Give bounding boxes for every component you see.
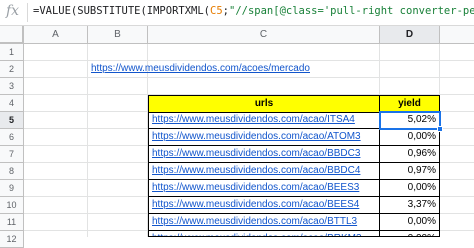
formula-cell-reference: C5 — [210, 5, 223, 17]
formula-bar[interactable]: fx =VALUE(SUBSTITUTE(IMPORTXML(C5;"//spa… — [0, 0, 474, 26]
yield-cell[interactable]: 0,96% — [380, 146, 440, 163]
url-cell[interactable]: https://www.meusdividendos.com/acao/ITSA… — [148, 112, 380, 129]
row-header-2[interactable]: 2 — [0, 61, 24, 78]
url-cell[interactable]: https://www.meusdividendos.com/acao/BEES… — [148, 197, 380, 214]
column-header-e[interactable] — [440, 26, 474, 44]
row-header-1[interactable]: 1 — [0, 44, 24, 61]
url-cell[interactable]: https://www.meusdividendos.com/acao/BTTL… — [148, 214, 380, 231]
fx-icon: fx — [6, 3, 20, 19]
column-header-b[interactable]: B — [88, 26, 148, 44]
url-cell[interactable]: https://www.meusdividendos.com/acao/BRKM… — [148, 231, 380, 237]
yield-cell[interactable]: 3,37% — [380, 197, 440, 214]
yield-cell[interactable]: 0,97% — [380, 163, 440, 180]
formula-divider — [27, 3, 28, 22]
url-cell[interactable]: https://www.meusdividendos.com/acao/BEES… — [148, 180, 380, 197]
formula-string-literal: "//span[@class='pull-right converter-per… — [229, 5, 474, 17]
yield-cell[interactable]: 0,00% — [380, 180, 440, 197]
row-header-6[interactable]: 6 — [0, 129, 24, 146]
row-header-8[interactable]: 8 — [0, 163, 24, 180]
row-header-7[interactable]: 7 — [0, 146, 24, 163]
table-header-urls[interactable]: urls — [148, 95, 380, 113]
column-header-a[interactable]: A — [24, 26, 88, 44]
yield-cell[interactable]: 5,02% — [380, 112, 440, 129]
row-header-10[interactable]: 10 — [0, 197, 24, 214]
yield-cell[interactable]: 0,00% — [380, 129, 440, 146]
url-cell[interactable]: https://www.meusdividendos.com/acao/BBDC… — [148, 146, 380, 163]
row-header-3[interactable]: 3 — [0, 78, 24, 95]
url-cell[interactable]: https://www.meusdividendos.com/acao/ATOM… — [148, 129, 380, 146]
formula-input[interactable]: =VALUE(SUBSTITUTE(IMPORTXML(C5;"//span[@… — [33, 5, 474, 17]
yield-cell[interactable]: 0,00% — [380, 231, 440, 237]
formula-text-part: =VALUE(SUBSTITUTE(IMPORTXML( — [33, 5, 211, 17]
url-cell[interactable]: https://www.meusdividendos.com/acao/BBDC… — [148, 163, 380, 180]
row-header-5[interactable]: 5 — [0, 112, 24, 129]
spreadsheet-grid[interactable]: A B C D 1 2 3 4 5 6 7 8 9 10 11 12 https… — [0, 26, 474, 248]
cell-b2-link[interactable]: https://www.meusdividendos.com/acoes/mer… — [88, 61, 328, 78]
row-header-9[interactable]: 9 — [0, 180, 24, 197]
row-header-4[interactable]: 4 — [0, 95, 24, 112]
yield-cell[interactable]: 0,00% — [380, 214, 440, 231]
select-all-corner[interactable] — [0, 26, 24, 44]
table-header-yield[interactable]: yield — [380, 95, 440, 113]
column-header-d[interactable]: D — [380, 26, 440, 44]
column-header-c[interactable]: C — [148, 26, 380, 44]
row-header-11[interactable]: 11 — [0, 214, 24, 231]
